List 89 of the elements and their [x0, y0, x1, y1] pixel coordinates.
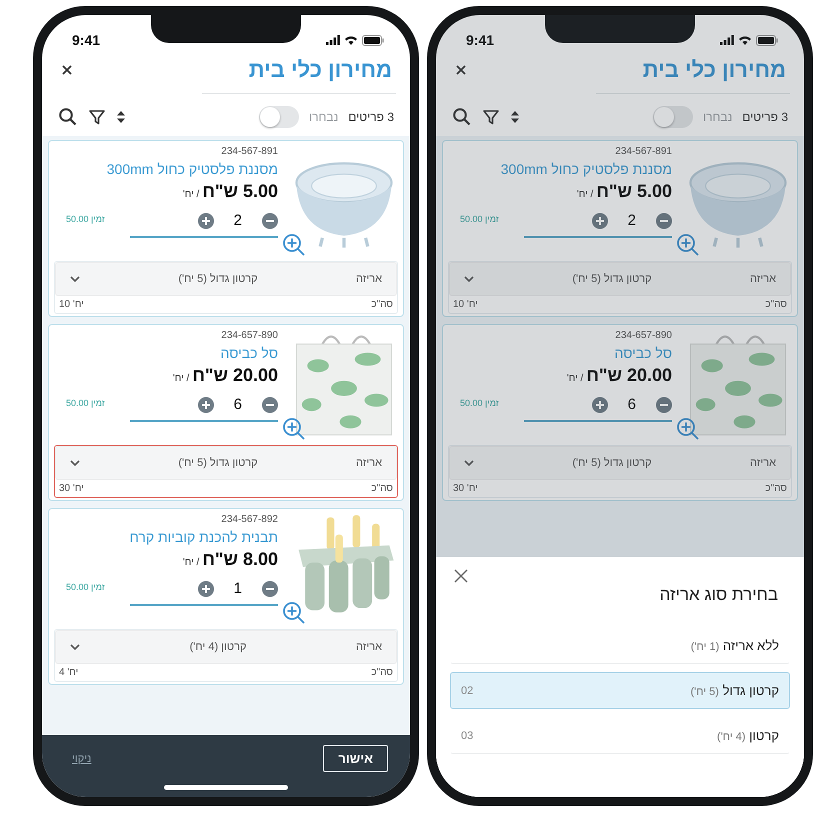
signal-icon	[720, 35, 734, 45]
total-label: סה"כ	[765, 483, 787, 494]
page-title: מחירון כלי בית	[248, 57, 392, 83]
packaging-select[interactable]: אריזה קרטון גדול (5 יח')	[55, 262, 397, 296]
wifi-icon	[738, 35, 752, 45]
price-unit: / יח'	[566, 373, 584, 384]
selected-toggle[interactable]	[653, 106, 693, 128]
total-label: סה"כ	[371, 483, 393, 494]
stock-available: זמין 50.00	[460, 398, 499, 408]
battery-icon	[362, 34, 384, 46]
zoom-in-icon[interactable]	[282, 601, 306, 625]
increase-button[interactable]	[198, 580, 214, 596]
increase-button[interactable]	[198, 396, 214, 412]
packaging-select[interactable]: אריזה קרטון גדול (5 יח')	[449, 262, 791, 296]
packaging-select[interactable]: אריזה קרטון גדול (5 יח')	[449, 446, 791, 480]
selected-toggle[interactable]	[259, 106, 299, 128]
total-value: יח' 30	[453, 483, 478, 494]
filter-icon[interactable]	[482, 108, 500, 126]
total-value: יח' 4	[59, 667, 78, 678]
zoom-in-icon[interactable]	[282, 417, 306, 441]
chevron-down-icon	[70, 460, 80, 466]
increase-button[interactable]	[592, 396, 608, 412]
zoom-in-icon[interactable]	[676, 233, 700, 257]
chevron-down-icon	[464, 276, 474, 282]
product-sku: 234-567-892	[221, 514, 278, 525]
price-unit: / יח'	[182, 557, 200, 568]
signal-icon	[326, 35, 340, 45]
close-button[interactable]	[454, 569, 468, 583]
chevron-down-icon	[70, 644, 80, 650]
quantity-value[interactable]: 6	[234, 396, 242, 413]
clear-link[interactable]: ניקוי	[72, 753, 92, 765]
total-value: יח' 10	[59, 299, 84, 310]
status-time: 9:41	[466, 32, 494, 48]
product-sku: 234-567-891	[615, 146, 672, 157]
toggle-label: נבחרו	[309, 110, 338, 124]
product-price: 5.00 ש"ח	[596, 181, 672, 202]
price-unit: / יח'	[172, 373, 190, 384]
packaging-option[interactable]: ללא אריזה (1 יח')	[450, 627, 790, 664]
total-value: יח' 10	[453, 299, 478, 310]
product-sku: 234-657-890	[615, 330, 672, 341]
wifi-icon	[344, 35, 358, 45]
increase-button[interactable]	[592, 212, 608, 228]
stock-available: זמין 50.00	[66, 582, 105, 592]
decrease-button[interactable]	[656, 396, 672, 412]
decrease-button[interactable]	[656, 212, 672, 228]
packaging-select[interactable]: אריזה קרטון (4 יח')	[55, 630, 397, 664]
product-price: 5.00 ש"ח	[202, 181, 278, 202]
quantity-value[interactable]: 2	[234, 212, 242, 229]
chevron-down-icon	[464, 460, 474, 466]
total-label: סה"כ	[371, 299, 393, 310]
filter-icon[interactable]	[88, 108, 106, 126]
stock-available: זמין 50.00	[66, 214, 105, 224]
quantity-value[interactable]: 6	[628, 396, 636, 413]
toggle-label: נבחרו	[703, 110, 732, 124]
stock-available: זמין 50.00	[66, 398, 105, 408]
close-button[interactable]	[456, 65, 466, 75]
confirm-button[interactable]: אישור	[323, 745, 388, 772]
total-label: סה"כ	[371, 667, 393, 678]
search-icon[interactable]	[452, 107, 472, 127]
total-label: סה"כ	[765, 299, 787, 310]
quantity-value[interactable]: 1	[234, 580, 242, 597]
product-price: 8.00 ש"ח	[202, 549, 278, 570]
quantity-value[interactable]: 2	[628, 212, 636, 229]
product-price: 20.00 ש"ח	[192, 365, 278, 386]
price-unit: / יח'	[576, 189, 594, 200]
page-title: מחירון כלי בית	[642, 57, 786, 83]
product-price: 20.00 ש"ח	[586, 365, 672, 386]
chevron-down-icon	[70, 276, 80, 282]
sort-icon[interactable]	[116, 110, 126, 124]
close-button[interactable]	[62, 65, 72, 75]
sort-icon[interactable]	[510, 110, 520, 124]
increase-button[interactable]	[198, 212, 214, 228]
search-icon[interactable]	[58, 107, 78, 127]
price-unit: / יח'	[182, 189, 200, 200]
decrease-button[interactable]	[262, 580, 278, 596]
item-count: 3 פריטים	[348, 110, 394, 124]
product-sku: 234-567-891	[221, 146, 278, 157]
total-value: יח' 30	[59, 483, 84, 494]
packaging-select[interactable]: אריזה קרטון גדול (5 יח')	[55, 446, 397, 480]
status-time: 9:41	[72, 32, 100, 48]
zoom-in-icon[interactable]	[282, 233, 306, 257]
zoom-in-icon[interactable]	[676, 417, 700, 441]
product-sku: 234-657-890	[221, 330, 278, 341]
item-count: 3 פריטים	[742, 110, 788, 124]
stock-available: זמין 50.00	[460, 214, 499, 224]
sheet-title: בחירת סוג אריזה	[660, 585, 778, 605]
battery-icon	[756, 34, 778, 46]
decrease-button[interactable]	[262, 212, 278, 228]
decrease-button[interactable]	[262, 396, 278, 412]
